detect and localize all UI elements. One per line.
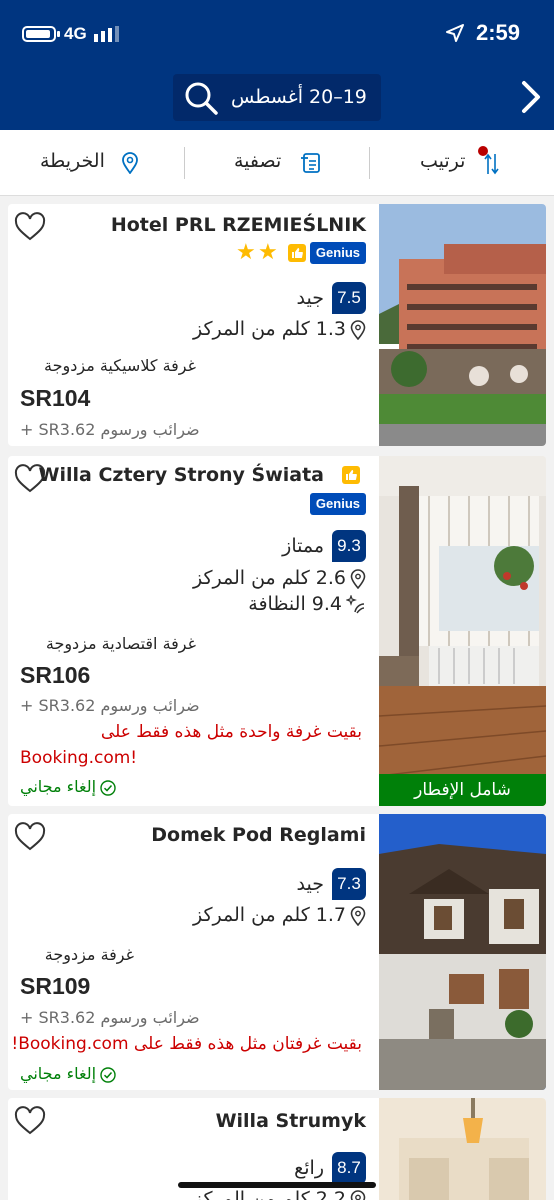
review-word: رائع — [294, 1157, 324, 1179]
location-arrow-icon — [446, 24, 464, 42]
sort-arrows-icon — [484, 153, 499, 175]
sparkle-clean-icon — [346, 594, 365, 613]
price: SR104 — [20, 385, 91, 411]
filter-label: تصفية — [234, 150, 282, 172]
filter-icon — [301, 153, 320, 173]
map-pin-icon — [122, 152, 138, 174]
thumbs-up-icon — [288, 244, 306, 262]
review-score: 9.3 — [332, 530, 366, 562]
thumbs-up-icon — [342, 466, 360, 484]
property-card[interactable]: Willa Cztery Strony Świata Genius 9.3 مم… — [8, 456, 546, 806]
search-icon — [185, 82, 218, 115]
sort-button[interactable]: ترتيب — [420, 146, 510, 180]
free-cancellation: إلغاء مجاني — [20, 1064, 116, 1083]
distance-text: 1.3 كلم من المركز — [192, 318, 346, 340]
breakfast-included-badge: شامل الإفطار — [379, 774, 546, 806]
network-type: 4G — [64, 24, 87, 43]
distance-text: 2.2 كلم من المركز — [192, 1188, 346, 1200]
app-header: 4G 2:59 19–20 أغسطس — [0, 0, 554, 130]
distance-line: 2.6 كلم من المركز — [193, 567, 366, 589]
distance-line: 1.7 كلم من المركز — [193, 904, 366, 926]
toolbar-divider — [184, 147, 185, 179]
hotel-name[interactable]: Domek Pod Reglami — [151, 824, 366, 846]
scarcity-message: بقيت غرفة واحدة مثل هذه فقط على — [100, 722, 362, 742]
battery-icon — [22, 26, 56, 42]
sort-label: ترتيب — [420, 150, 466, 172]
review-score: 7.5 — [332, 282, 366, 314]
map-label: الخريطة — [40, 150, 105, 172]
price: SR106 — [20, 662, 91, 688]
map-pin-icon — [350, 1189, 366, 1200]
search-summary-button[interactable]: 19–20 أغسطس — [173, 74, 381, 121]
review-score: 7.3 — [332, 868, 366, 900]
taxes-note: + SR3.62 ضرائب ورسوم — [20, 1008, 200, 1027]
hotel-photo[interactable] — [379, 204, 546, 446]
map-pin-icon — [350, 568, 366, 589]
signal-bars-icon — [94, 26, 119, 42]
taxes-note: + SR3.62 ضرائب ورسوم — [20, 420, 200, 439]
sort-active-dot — [478, 146, 488, 156]
check-circle-icon — [100, 1066, 116, 1083]
star-icon: ★ — [236, 240, 256, 265]
scarcity-message: بقيت غرفتان مثل هذه فقط على Booking.com! — [11, 1034, 362, 1054]
hotel-name[interactable]: Willa Cztery Strony Świata — [39, 464, 324, 486]
property-card[interactable]: Hotel PRL RZEMIEŚLNIK Genius ★ ★ 7.5 جيد… — [8, 204, 546, 446]
status-bar: 4G 2:59 — [0, 20, 554, 50]
results-toolbar: الخريطة تصفية ترتيب — [0, 130, 554, 196]
distance-text: 1.7 كلم من المركز — [192, 904, 346, 926]
distance-text: 2.6 كلم من المركز — [192, 567, 346, 589]
battery-tip — [57, 31, 60, 37]
hotel-photo[interactable] — [379, 1098, 546, 1200]
map-pin-icon — [350, 905, 366, 926]
taxes-note: + SR3.62 ضرائب ورسوم — [20, 696, 200, 715]
check-circle-icon — [100, 779, 116, 796]
cleanliness-text: 9.4 النظافة — [248, 593, 342, 615]
review-word: ممتاز — [282, 535, 324, 557]
filter-button[interactable]: تصفية — [234, 146, 334, 180]
hotel-photo[interactable] — [379, 456, 546, 806]
distance-line: 1.3 كلم من المركز — [193, 318, 366, 340]
review-score: 8.7 — [332, 1152, 366, 1184]
star-icon: ★ — [258, 240, 278, 265]
distance-line: 2.2 كلم من المركز — [193, 1188, 366, 1200]
room-type: غرفة مزدوجة — [44, 945, 134, 964]
hotel-name[interactable]: Willa Strumyk — [216, 1110, 366, 1132]
search-dates: 19–20 أغسطس — [231, 86, 367, 108]
heart-icon[interactable] — [14, 822, 46, 852]
home-indicator — [178, 1182, 376, 1188]
heart-icon[interactable] — [14, 1106, 46, 1136]
heart-icon[interactable] — [14, 212, 46, 242]
property-card[interactable]: Domek Pod Reglami 7.3 جيد 1.7 كلم من الم… — [8, 814, 546, 1090]
genius-badge: Genius — [309, 493, 366, 515]
free-cancellation: إلغاء مجاني — [20, 777, 116, 796]
genius-badge: Genius — [309, 242, 366, 264]
status-time: 2:59 — [475, 20, 520, 45]
hotel-photo[interactable] — [379, 814, 546, 1090]
scarcity-message-2: Booking.com! — [20, 748, 138, 768]
back-chevron-icon[interactable] — [520, 80, 542, 114]
room-type: غرفة اقتصادية مزدوجة — [45, 634, 196, 653]
review-word: جيد — [296, 873, 324, 895]
free-cancellation-label: إلغاء مجاني — [20, 1064, 97, 1083]
toolbar-divider — [369, 147, 370, 179]
map-button[interactable]: الخريطة — [40, 146, 140, 180]
cleanliness-line: 9.4 النظافة — [248, 593, 366, 615]
free-cancellation-label: إلغاء مجاني — [20, 777, 97, 796]
map-pin-icon — [350, 319, 366, 340]
price: SR109 — [20, 973, 91, 999]
room-type: غرفة كلاسيكية مزدوجة — [44, 356, 196, 375]
hotel-name[interactable]: Hotel PRL RZEMIEŚLNIK — [111, 214, 366, 236]
review-word: جيد — [296, 287, 324, 309]
